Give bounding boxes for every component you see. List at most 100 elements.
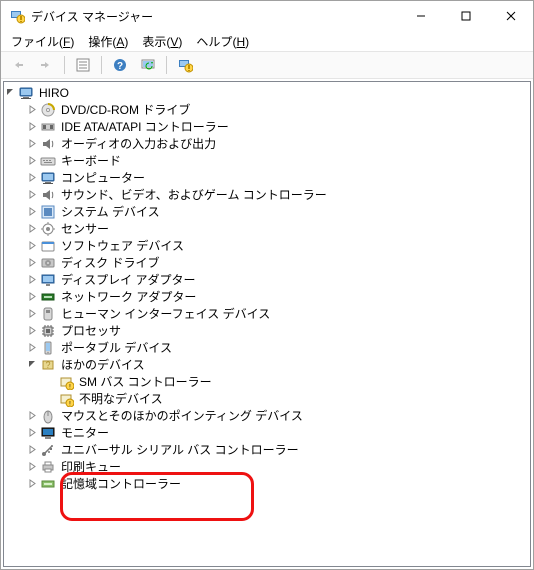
tree-item[interactable]: ディスク ドライブ [22,254,530,271]
tree-item-label: オーディオの入力および出力 [60,135,217,152]
back-button[interactable] [5,53,31,77]
expand-icon[interactable] [26,308,38,320]
tree-item[interactable]: センサー [22,220,530,237]
tree-item-other-devices[interactable]: ほかのデバイス [22,356,530,373]
mouse-icon [40,408,56,424]
menu-action[interactable]: 操作(A) [82,32,134,51]
expand-icon[interactable] [26,240,38,252]
expand-icon[interactable] [26,206,38,218]
expand-icon[interactable] [26,121,38,133]
hid-icon [40,306,56,322]
tree-item-label: システム デバイス [60,203,161,220]
storage-icon [40,476,56,492]
app-icon [9,8,25,24]
tree-item-label: モニター [60,424,110,441]
menubar: ファイル(F) 操作(A) 表示(V) ヘルプ(H) [1,31,533,52]
expand-icon[interactable] [26,291,38,303]
help-button[interactable] [107,53,133,77]
collapse-icon[interactable] [26,359,38,371]
unknown-icon [58,374,74,390]
tree-root-label: HIRO [38,86,70,100]
expand-icon[interactable] [26,274,38,286]
tree-item[interactable]: キーボード [22,152,530,169]
usb-icon [40,442,56,458]
tree-item[interactable]: モニター [22,424,530,441]
tree-item-label: ポータブル デバイス [60,339,173,356]
display-icon [40,272,56,288]
tree-item-label: DVD/CD-ROM ドライブ [60,101,191,118]
forward-button[interactable] [33,53,59,77]
menu-help[interactable]: ヘルプ(H) [190,32,255,51]
collapse-icon[interactable] [4,87,16,99]
titlebar: デバイス マネージャー [1,1,533,31]
tree-item-label: ほかのデバイス [60,356,146,373]
speaker-icon [40,136,56,152]
menu-file[interactable]: ファイル(F) [5,32,80,51]
expand-icon[interactable] [26,342,38,354]
tree-item-unknown-device[interactable]: SM バス コントローラー [40,373,530,390]
tree-item-label: ユニバーサル シリアル バス コントローラー [60,441,300,458]
tree-item[interactable]: 記憶域コントローラー [22,475,530,492]
tree-item-label: 記憶域コントローラー [60,475,182,492]
system-icon [40,204,56,220]
tree-item-label: 不明なデバイス [78,390,164,407]
expand-icon[interactable] [26,104,38,116]
expand-icon[interactable] [26,325,38,337]
tree-item-label: ヒューマン インターフェイス デバイス [60,305,271,322]
expand-icon[interactable] [26,189,38,201]
tree-item-label: IDE ATA/ATAPI コントローラー [60,118,230,135]
expand-icon[interactable] [26,461,38,473]
tree-item[interactable]: マウスとそのほかのポインティング デバイス [22,407,530,424]
expand-icon[interactable] [26,223,38,235]
disc-icon [40,102,56,118]
refresh-button[interactable] [135,53,161,77]
tree-item[interactable]: ディスプレイ アダプター [22,271,530,288]
tree-item-label: センサー [60,220,110,237]
network-icon [40,289,56,305]
tree-item[interactable]: 印刷キュー [22,458,530,475]
toolbar [1,52,533,79]
window-title: デバイス マネージャー [31,8,398,25]
tree-item-label: コンピューター [60,169,146,186]
tree-item[interactable]: DVD/CD-ROM ドライブ [22,101,530,118]
sensor-icon [40,221,56,237]
expand-icon[interactable] [26,427,38,439]
expand-icon[interactable] [26,172,38,184]
tree-item[interactable]: システム デバイス [22,203,530,220]
tree-item[interactable]: コンピューター [22,169,530,186]
tree-item[interactable]: プロセッサ [22,322,530,339]
close-button[interactable] [488,1,533,31]
expand-icon[interactable] [26,410,38,422]
expand-icon[interactable] [26,478,38,490]
tree-item-label: ディスク ドライブ [60,254,161,271]
speaker-icon [40,187,56,203]
tree-item[interactable]: オーディオの入力および出力 [22,135,530,152]
scan-hw-button[interactable] [172,53,198,77]
expand-icon[interactable] [26,444,38,456]
device-tree[interactable]: HIRO DVD/CD-ROM ドライブIDE ATA/ATAPI コントローラ… [3,81,531,567]
tree-item[interactable]: ソフトウェア デバイス [22,237,530,254]
other-icon [40,357,56,373]
maximize-button[interactable] [443,1,488,31]
menu-view[interactable]: 表示(V) [136,32,188,51]
portable-icon [40,340,56,356]
expand-icon[interactable] [26,155,38,167]
tree-item-unknown-device[interactable]: 不明なデバイス [40,390,530,407]
tree-item[interactable]: ユニバーサル シリアル バス コントローラー [22,441,530,458]
keyboard-icon [40,153,56,169]
tree-item[interactable]: サウンド、ビデオ、およびゲーム コントローラー [22,186,530,203]
tree-item[interactable]: IDE ATA/ATAPI コントローラー [22,118,530,135]
tree-root[interactable]: HIRO [4,84,530,101]
disk-icon [40,255,56,271]
monitor-icon [40,425,56,441]
properties-button[interactable] [70,53,96,77]
tree-item-label: ネットワーク アダプター [60,288,197,305]
expand-icon[interactable] [26,138,38,150]
tree-item-label: ソフトウェア デバイス [60,237,185,254]
device-manager-window: デバイス マネージャー ファイル(F) 操作(A) 表示(V) ヘルプ(H) [0,0,534,570]
minimize-button[interactable] [398,1,443,31]
expand-icon[interactable] [26,257,38,269]
tree-item[interactable]: ヒューマン インターフェイス デバイス [22,305,530,322]
tree-item[interactable]: ネットワーク アダプター [22,288,530,305]
tree-item[interactable]: ポータブル デバイス [22,339,530,356]
